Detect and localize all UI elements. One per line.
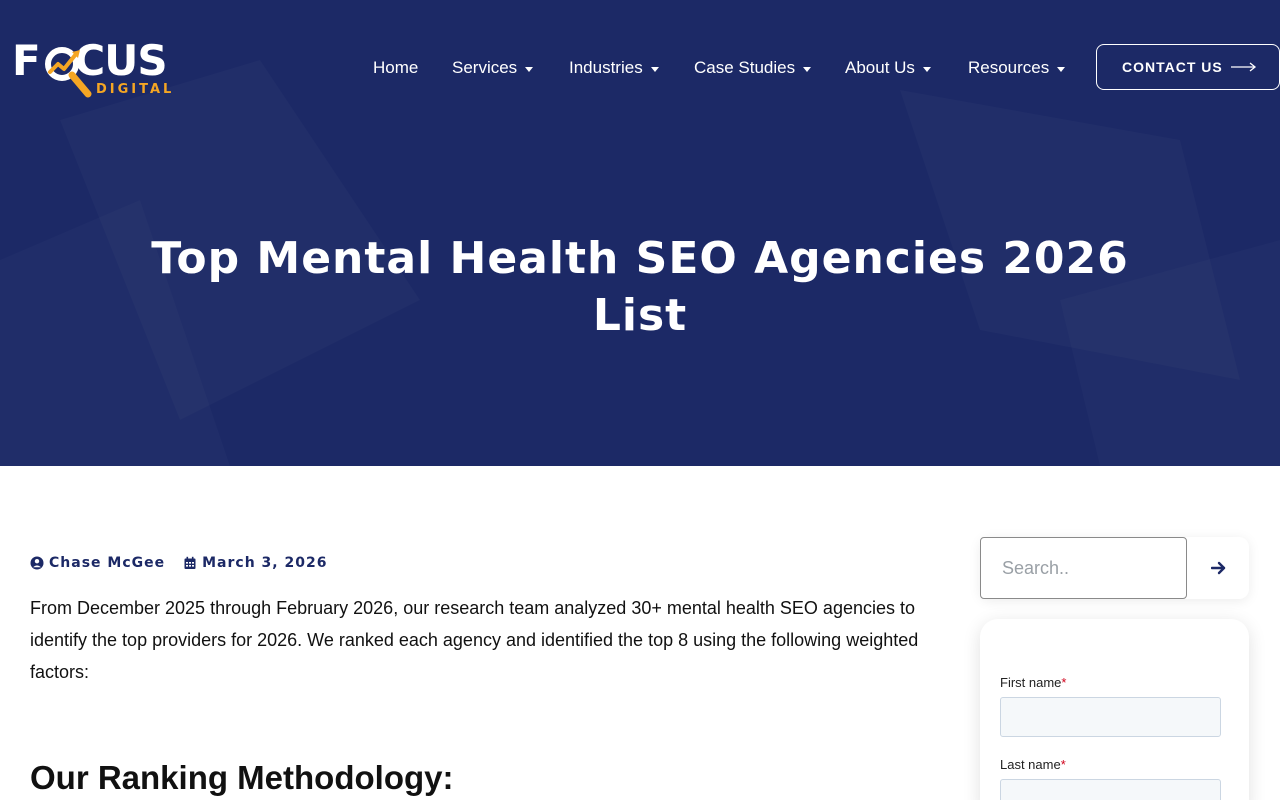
magnifier-chart-icon — [45, 47, 92, 98]
nav-about-us-label: About Us — [845, 58, 915, 77]
arrow-right-icon — [1210, 561, 1225, 575]
nav-services[interactable]: Services — [452, 56, 534, 80]
page-title: Top Mental Health SEO Agencies 2026 List — [151, 233, 1129, 341]
contact-form-card: First name* Last name* — [980, 619, 1249, 800]
nav-home-label: Home — [373, 58, 419, 77]
date-link[interactable]: March 3, 2026 — [183, 555, 327, 571]
long-arrow-right-icon — [1230, 62, 1256, 72]
contact-us-label: CONTACT US — [1122, 59, 1223, 75]
methodology-heading: Our Ranking Methodology: — [30, 759, 454, 796]
author-link[interactable]: Chase McGee — [30, 555, 165, 571]
chevron-down-icon — [525, 66, 534, 72]
nav-case-studies-label: Case Studies — [694, 58, 796, 77]
required-mark: * — [1060, 757, 1066, 772]
search-input[interactable] — [980, 537, 1187, 599]
calendar-icon — [184, 556, 196, 569]
nav-industries[interactable]: Industries — [569, 56, 659, 80]
nav-resources[interactable]: Resources — [968, 56, 1066, 80]
search-submit-button[interactable] — [1187, 537, 1249, 599]
publish-date: March 3, 2026 — [202, 555, 328, 571]
author-name: Chase McGee — [49, 555, 166, 571]
nav-about-us[interactable]: About Us — [845, 56, 931, 80]
last-name-label: Last name* — [1000, 757, 1066, 772]
article-intro: From December 2025 through February 2026… — [30, 598, 919, 682]
nav-case-studies[interactable]: Case Studies — [694, 56, 812, 80]
nav-home[interactable]: Home — [373, 56, 418, 80]
logo-tagline: DIGITAL — [96, 82, 175, 97]
hero-banner: FOCUS DIGITAL Home Services Industries C… — [0, 0, 1280, 466]
nav-resources-label: Resources — [968, 58, 1050, 77]
chevron-down-icon — [922, 66, 931, 72]
user-circle-icon — [30, 556, 44, 570]
chevron-down-icon — [803, 66, 812, 72]
first-name-label: First name* — [1000, 675, 1067, 690]
nav-industries-label: Industries — [569, 58, 643, 77]
chevron-down-icon — [650, 66, 659, 72]
last-name-field[interactable] — [1000, 779, 1221, 800]
site-logo[interactable]: FOCUS DIGITAL — [12, 38, 192, 100]
contact-us-button[interactable]: CONTACT US — [1096, 44, 1280, 90]
first-name-field[interactable] — [1000, 697, 1221, 737]
nav-services-label: Services — [452, 58, 518, 77]
required-mark: * — [1061, 675, 1067, 690]
sidebar-search — [980, 537, 1249, 599]
chevron-down-icon — [1057, 66, 1066, 72]
article-meta: Chase McGee March 3, 2026 — [30, 553, 327, 573]
